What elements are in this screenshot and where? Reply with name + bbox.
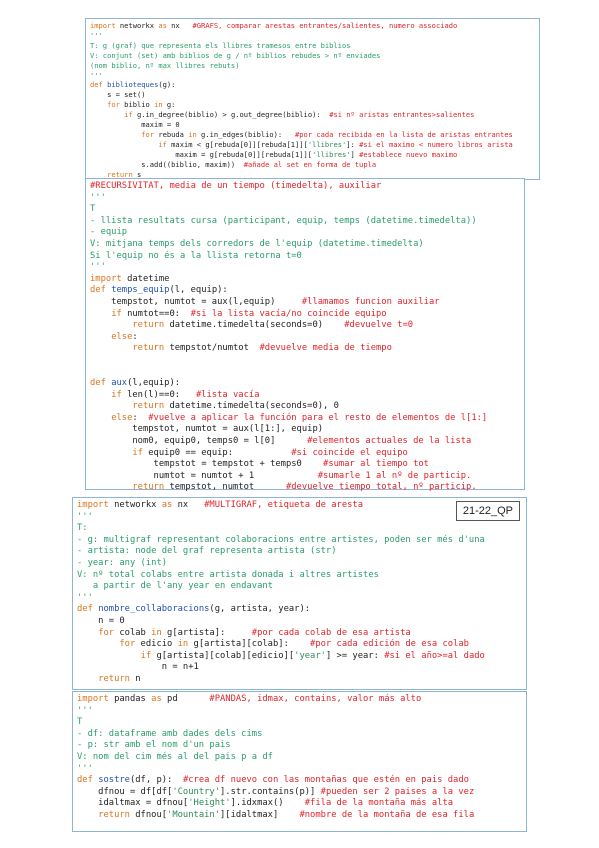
code-line: - artista: node del graf representa arti… — [77, 546, 337, 557]
code-line: if g.in_degree(biblio) > g.out_degree(bi… — [124, 110, 475, 120]
code-line: tempstot, numtot = aux(l,equip) #llamamo… — [90, 296, 440, 307]
code-line: if g[artista][colab][edicio]['year'] >= … — [140, 650, 485, 661]
code-line: V: conjunt (set) amb biblios de g / nº b… — [90, 50, 381, 60]
code-line: - equip — [90, 227, 128, 238]
code-line: idaltmax = dfnou['Height'].idxmax() #fil… — [77, 798, 454, 809]
code-line: n = 0 — [77, 615, 125, 626]
exam-label-badge: 21-22_QP — [455, 501, 520, 521]
code-line: T — [90, 204, 96, 215]
code-line: ''' — [90, 262, 106, 273]
code-line: return tempstot, numtot #devuelve tiempo… — [132, 482, 477, 493]
code-line: - p: str amb el nom d'un pais — [77, 740, 231, 751]
code-line: maxim = g[rebuda[0]][rebuda[1]]['llibres… — [90, 149, 458, 159]
code-line: T — [77, 717, 83, 728]
code-line: return datetime.timedelta(seconds=0) #de… — [132, 320, 414, 331]
code-line: tempstot, numtot = aux(l[1:], equip) — [90, 424, 324, 435]
code-line: ''' — [90, 70, 103, 80]
code-line: return datetime.timedelta(seconds=0), 0 — [132, 401, 339, 412]
code-line: ''' — [77, 763, 93, 774]
code-line: dfnou = df[df['Country'].str.contains(p)… — [77, 786, 475, 797]
code-line: for rebuda in g.in_edges(biblio): #por c… — [141, 129, 513, 139]
code-line: if len(l)==0: #lista vacía — [111, 389, 260, 400]
code-line: - llista resultats cursa (participant, e… — [90, 215, 477, 226]
code-line: V: nom del cim més al del pais p a df — [77, 751, 273, 762]
code-line: - df: dataframe amb dades dels cims — [77, 728, 263, 739]
code-block-grafs: import networkx as nx #GRAFS, comparar a… — [85, 18, 540, 180]
code-line: return n — [98, 673, 141, 684]
code-line: nom0, equip0, temps0 = l[0] #elementos a… — [90, 436, 472, 447]
code-line: def aux(l,equip): — [90, 378, 181, 389]
code-line: s.add((biblio, maxim)) #añade al set en … — [90, 159, 377, 169]
code-line: ''' — [77, 705, 93, 716]
code-line: (nom biblio, nº max llibres rebuts) — [90, 60, 240, 70]
code-line: else: #vuelve a aplicar la función para … — [111, 412, 488, 423]
code-line: T: — [77, 523, 88, 534]
code-listing: import networkx as nx #MULTIGRAF, etique… — [77, 500, 522, 686]
code-line: ''' — [77, 592, 93, 603]
code-line: for colab in g[artista]: #por cada colab… — [98, 627, 411, 638]
code-listing: import networkx as nx #GRAFS, comparar a… — [90, 21, 535, 180]
code-block-recursivitat: #RECURSIVITAT, media de un tiempo (timed… — [85, 178, 525, 492]
code-line: T: g (graf) que representa els llibres t… — [90, 40, 351, 50]
code-line: V: mitjana temps dels corredors de l'equ… — [90, 238, 424, 249]
code-line: V: nº total colabs entre artista donada … — [77, 569, 379, 580]
code-line: def sostre(df, p): #crea df nuevo con la… — [77, 775, 469, 786]
code-line: def temps_equip(l, equip): — [90, 285, 228, 296]
code-line: - g: multigraf representant colaboracion… — [77, 534, 485, 545]
code-line: def nombre_collaboracions(g, artista, ye… — [77, 604, 311, 615]
code-line: def biblioteques(g): — [90, 80, 176, 90]
code-listing: import pandas as pd #PANDAS, idmax, cont… — [77, 694, 522, 822]
code-block-pandas: import pandas as pd #PANDAS, idmax, cont… — [72, 691, 527, 832]
code-line: if maxim < g[rebuda[0]][rebuda[1]]['llib… — [158, 139, 513, 149]
code-line: for edicio in g[artista][colab]: #por ca… — [119, 639, 469, 650]
code-line: Si l'equip no és a la llista retorna t=0 — [90, 250, 302, 261]
code-line: tempstot = tempstot + temps0 #sumar al t… — [90, 459, 429, 470]
code-line: s = set() — [90, 90, 146, 100]
code-line: ''' — [90, 192, 106, 203]
code-line: if numtot==0: #si la lista vacía/no coin… — [111, 308, 387, 319]
code-line: import datetime — [90, 273, 170, 284]
code-line: for biblio in g: — [107, 100, 176, 110]
code-line: return dfnou['Mountain'][idaltmax] #nomb… — [98, 809, 475, 820]
code-block-multigraf: import networkx as nx #MULTIGRAF, etique… — [72, 497, 527, 690]
code-line: import networkx as nx #MULTIGRAF, etique… — [77, 500, 364, 510]
code-listing: #RECURSIVITAT, media de un tiempo (timed… — [90, 181, 520, 494]
code-line: - year: any (int) — [77, 557, 168, 568]
code-line: #RECURSIVITAT, media de un tiempo (timed… — [90, 181, 382, 191]
code-line: numtot = numtot + 1 #sumarle 1 al nº de … — [90, 470, 472, 481]
code-line: n = n+1 — [77, 662, 199, 673]
code-line: import pandas as pd #PANDAS, idmax, cont… — [77, 694, 422, 704]
code-line: else: — [111, 331, 138, 342]
code-line: return tempstot/numtot #devuelve media d… — [132, 343, 392, 354]
code-line: if equip0 == equip: #si coincide el equi… — [132, 447, 408, 458]
code-line: maxim = 0 — [90, 120, 180, 130]
code-line: a partir de l'any year en endavant — [77, 581, 273, 592]
code-line: ''' — [77, 511, 93, 522]
code-line: ''' — [90, 30, 103, 40]
code-line: import networkx as nx #GRAFS, comparar a… — [90, 21, 458, 30]
